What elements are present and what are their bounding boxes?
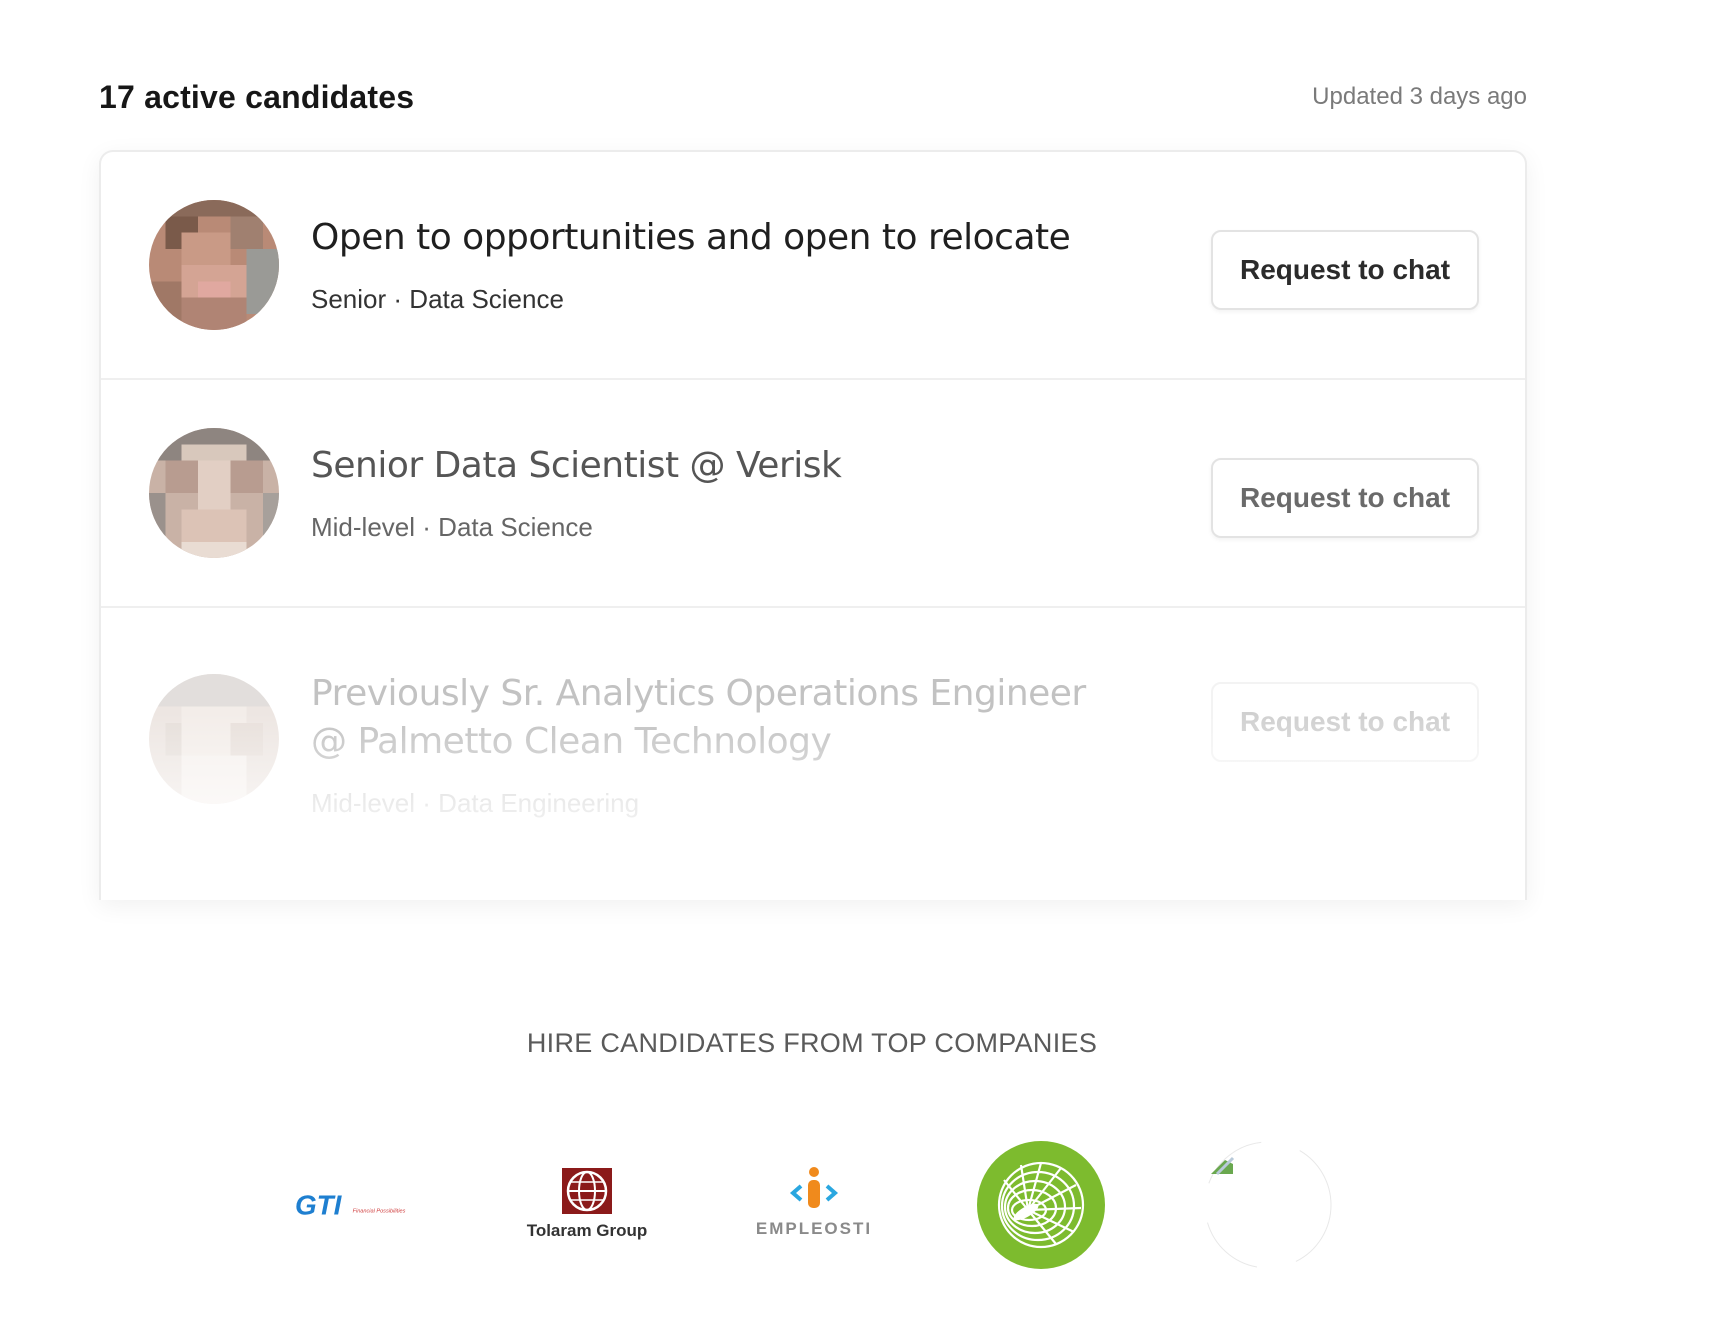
candidate-row[interactable]: Previously Sr. Analytics Operations Engi…	[101, 608, 1525, 900]
candidate-info: Senior Data Scientist @ Verisk Mid-level…	[311, 442, 1091, 543]
gti-wordmark: GTI	[295, 1189, 343, 1220]
avatar	[149, 674, 279, 804]
candidate-info: Previously Sr. Analytics Operations Engi…	[311, 670, 1091, 819]
candidate-row[interactable]: Senior Data Scientist @ Verisk Mid-level…	[101, 380, 1525, 608]
candidate-row[interactable]: Open to opportunities and open to reloca…	[101, 152, 1525, 380]
candidate-level: Senior	[311, 284, 387, 314]
tolaram-group-logo: Tolaram Group	[522, 1140, 652, 1270]
green-swirl-logo	[976, 1140, 1106, 1270]
request-to-chat-button[interactable]: Request to chat	[1211, 682, 1479, 762]
candidate-headline: Senior Data Scientist @ Verisk	[311, 445, 842, 486]
candidate-headline: Previously Sr. Analytics Operations Engi…	[311, 673, 1086, 762]
companies-heading: HIRE CANDIDATES FROM TOP COMPANIES	[526, 1028, 1098, 1058]
candidates-count-title: 17 active candidates	[99, 78, 415, 115]
gti-tagline: Financial Possibilities	[353, 1208, 406, 1214]
gti-logo: GTI Financial Possibilities	[295, 1140, 425, 1270]
candidates-list: Open to opportunities and open to reloca…	[99, 150, 1527, 900]
avatar	[149, 428, 279, 558]
meta-separator: ·	[422, 788, 431, 818]
candidate-level: Mid-level	[311, 512, 416, 542]
candidate-info: Open to opportunities and open to reloca…	[311, 214, 1091, 315]
empleosti-wordmark: EMPLEOSTI	[756, 1219, 872, 1238]
candidate-meta: Mid-level · Data Engineering	[311, 788, 1091, 819]
broken-image-logo	[1203, 1140, 1333, 1270]
candidate-field: Data Science	[409, 284, 564, 314]
avatar	[149, 200, 279, 330]
request-to-chat-button[interactable]: Request to chat	[1211, 458, 1479, 538]
candidates-header: 17 active candidates Updated 3 days ago	[99, 70, 1527, 124]
meta-separator: ·	[393, 284, 403, 314]
updated-timestamp: Updated 3 days ago	[1312, 83, 1527, 110]
candidate-meta: Senior · Data Science	[311, 284, 1091, 315]
candidate-field: Data Engineering	[438, 788, 640, 818]
request-to-chat-button[interactable]: Request to chat	[1211, 230, 1479, 310]
empleosti-logo: EMPLEOSTI	[749, 1140, 879, 1270]
candidate-level: Mid-level	[311, 788, 416, 818]
candidate-meta: Mid-level · Data Science	[311, 512, 1091, 543]
tolaram-wordmark: Tolaram Group	[527, 1221, 648, 1240]
candidate-field: Data Science	[438, 512, 593, 542]
meta-separator: ·	[422, 512, 431, 542]
candidate-headline: Open to opportunities and open to reloca…	[311, 217, 1071, 258]
company-logos: GTI Financial Possibilities Tolaram Grou…	[0, 1140, 1728, 1280]
